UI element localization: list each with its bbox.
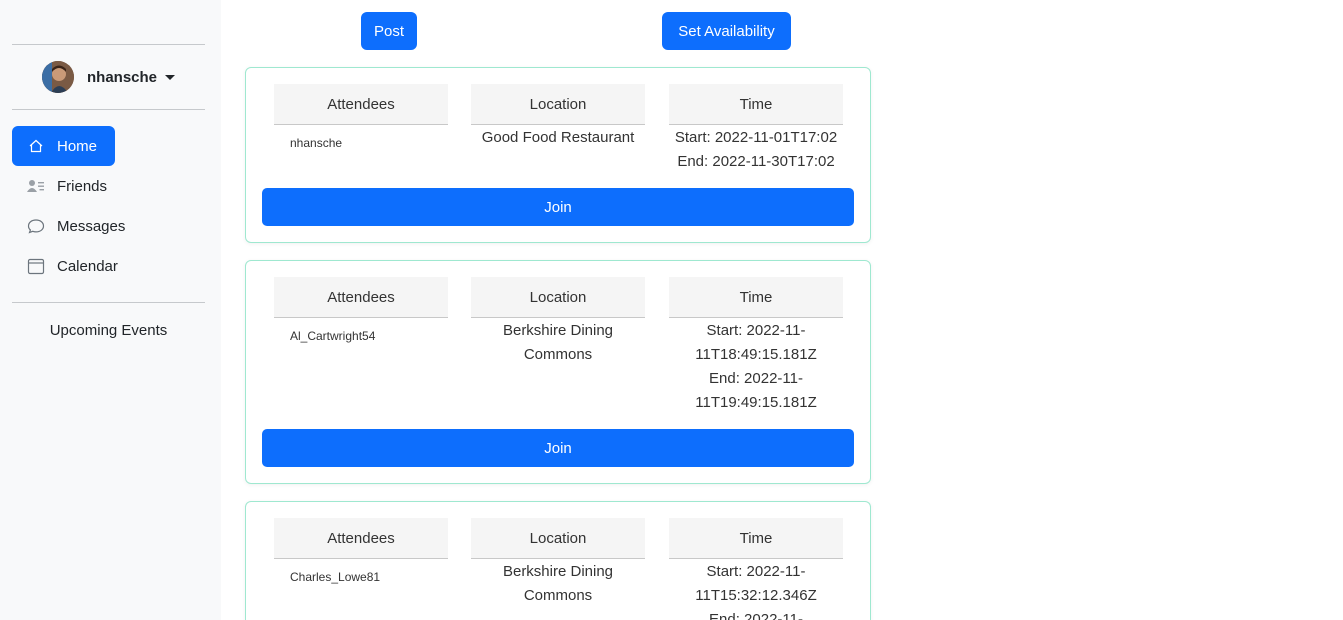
time-line: 11T18:49:15.181Z (695, 346, 817, 363)
sidebar-nav: Home Friends Messages Calendar (12, 126, 205, 286)
time-column: Time Start: 2022-11- 11T18:49:15.181Z En… (669, 277, 843, 415)
sidebar-item-calendar[interactable]: Calendar (12, 246, 205, 286)
time-line: 11T19:49:15.181Z (695, 394, 817, 411)
time-line: End: 2022-11-30T17:02 (677, 153, 835, 170)
time-line: Start: 2022-11- (706, 563, 806, 580)
sidebar-divider (12, 44, 205, 45)
attendees-header: Attendees (274, 84, 448, 125)
upcoming-events-link[interactable]: Upcoming Events (0, 322, 217, 339)
location-header: Location (471, 84, 645, 125)
attendees-column: Attendees Al_Cartwright54 (274, 277, 448, 348)
attendee-name: Al_Cartwright54 (290, 329, 376, 343)
attendees-column: Attendees nhansche (274, 84, 448, 155)
time-column: Time Start: 2022-11- 11T15:32:12.346Z En… (669, 518, 843, 620)
username: nhansche (87, 68, 158, 86)
friends-icon (27, 177, 45, 195)
time-column: Time Start: 2022-11-01T17:02 End: 2022-1… (669, 84, 843, 174)
attendee-name: nhansche (290, 136, 343, 150)
location-column: Location Good Food Restaurant (471, 84, 645, 150)
avatar (42, 61, 74, 93)
event-card: Attendees Al_Cartwright54 Location Berks… (245, 260, 871, 484)
user-menu[interactable]: nhansche (42, 61, 176, 93)
time-line: End: 2022-11- (709, 611, 803, 620)
time-line: Start: 2022-11-01T17:02 (674, 129, 838, 146)
join-button[interactable]: Join (262, 188, 854, 226)
location-column: Location Berkshire Dining Commons (471, 277, 645, 367)
attendees-header: Attendees (274, 518, 448, 559)
sidebar-item-label: Friends (57, 177, 108, 195)
event-location: Good Food Restaurant (481, 129, 635, 146)
event-location: Berkshire Dining Commons (502, 322, 614, 363)
calendar-icon (27, 257, 45, 275)
sidebar-item-label: Messages (57, 217, 126, 235)
event-location: Berkshire Dining Commons (502, 563, 614, 604)
time-header: Time (669, 84, 843, 125)
sidebar-item-messages[interactable]: Messages (12, 206, 205, 246)
sidebar: nhansche Home Friends Messages Calendar … (0, 0, 221, 620)
sidebar-divider (12, 302, 205, 303)
location-header: Location (471, 277, 645, 318)
chevron-down-icon (165, 74, 176, 80)
post-button[interactable]: Post (361, 12, 417, 50)
set-availability-button[interactable]: Set Availability (662, 12, 791, 50)
sidebar-item-home[interactable]: Home (12, 126, 115, 166)
time-header: Time (669, 518, 843, 559)
time-header: Time (669, 277, 843, 318)
event-card: Attendees nhansche Location Good Food Re… (245, 67, 871, 243)
attendees-header: Attendees (274, 277, 448, 318)
time-line: 11T15:32:12.346Z (695, 587, 817, 604)
sidebar-item-friends[interactable]: Friends (12, 166, 205, 206)
attendee-name: Charles_Lowe81 (290, 570, 381, 584)
event-card: Attendees Charles_Lowe81 Location Berksh… (245, 501, 871, 620)
join-button[interactable]: Join (262, 429, 854, 467)
location-column: Location Berkshire Dining Commons (471, 518, 645, 608)
location-header: Location (471, 518, 645, 559)
chat-icon (27, 217, 45, 235)
sidebar-item-label: Calendar (57, 257, 118, 275)
sidebar-item-label: Home (57, 137, 98, 155)
time-line: End: 2022-11- (709, 370, 803, 387)
event-time: Start: 2022-11-01T17:02 End: 2022-11-30T… (669, 125, 843, 174)
time-line: Start: 2022-11- (706, 322, 806, 339)
home-icon (27, 137, 45, 155)
event-time: Start: 2022-11- 11T18:49:15.181Z End: 20… (669, 318, 843, 415)
event-time: Start: 2022-11- 11T15:32:12.346Z End: 20… (669, 559, 843, 620)
attendees-column: Attendees Charles_Lowe81 (274, 518, 448, 589)
sidebar-divider (12, 109, 205, 110)
